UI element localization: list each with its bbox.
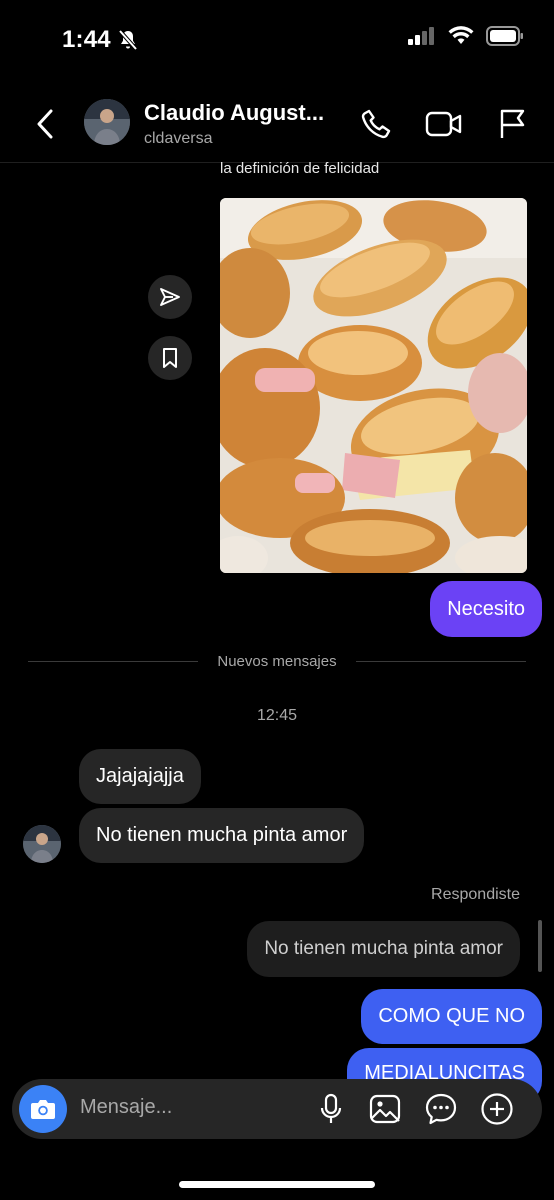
replied-label: Respondiste bbox=[431, 886, 520, 903]
divider-line bbox=[356, 661, 526, 662]
more-options-button[interactable] bbox=[478, 1090, 516, 1128]
shared-post-image[interactable] bbox=[220, 198, 527, 573]
contact-name[interactable]: Claudio August... bbox=[144, 100, 324, 126]
microphone-icon bbox=[320, 1093, 342, 1123]
wifi-icon bbox=[448, 26, 474, 51]
message-bubble[interactable]: No tienen mucha pinta amor bbox=[79, 808, 365, 863]
battery-icon bbox=[486, 26, 524, 51]
plus-circle-icon bbox=[481, 1093, 513, 1125]
message-bubble[interactable]: Jajajajajja bbox=[79, 749, 201, 804]
message-input[interactable]: Mensaje... bbox=[80, 1096, 172, 1119]
bookmark-icon bbox=[163, 348, 177, 368]
avatar[interactable] bbox=[84, 99, 130, 145]
save-button[interactable] bbox=[148, 336, 192, 380]
phone-icon bbox=[361, 109, 391, 139]
message-timestamp: 12:45 bbox=[256, 707, 298, 724]
camera-icon bbox=[31, 1100, 55, 1119]
image-icon bbox=[369, 1094, 401, 1124]
video-call-button[interactable] bbox=[424, 104, 464, 144]
chevron-left-icon bbox=[37, 109, 53, 139]
reply-quote-bubble[interactable]: No tienen mucha pinta amor bbox=[247, 921, 520, 977]
forward-button[interactable] bbox=[148, 275, 192, 319]
voice-message-button[interactable] bbox=[312, 1090, 350, 1128]
home-indicator[interactable] bbox=[179, 1181, 375, 1188]
scrollbar[interactable] bbox=[538, 920, 542, 972]
send-icon bbox=[160, 288, 180, 306]
flag-icon bbox=[500, 109, 525, 138]
sticker-button[interactable] bbox=[422, 1090, 460, 1128]
cellular-signal-icon bbox=[408, 27, 436, 50]
status-time: 1:44 bbox=[62, 26, 111, 53]
report-button[interactable] bbox=[492, 104, 532, 144]
gallery-button[interactable] bbox=[366, 1090, 404, 1128]
message-bubble[interactable]: COMO QUE NO bbox=[361, 989, 542, 1044]
bell-slash-icon bbox=[118, 29, 138, 56]
video-camera-icon bbox=[425, 111, 462, 137]
message-bubble[interactable]: Necesito bbox=[430, 581, 542, 637]
camera-button[interactable] bbox=[19, 1085, 67, 1133]
chat-bubble-icon bbox=[425, 1093, 457, 1125]
shared-post-caption: la definición de felicidad bbox=[220, 160, 380, 177]
sender-avatar[interactable] bbox=[23, 825, 61, 863]
back-button[interactable] bbox=[30, 104, 60, 144]
audio-call-button[interactable] bbox=[356, 104, 396, 144]
contact-username[interactable]: cldaversa bbox=[144, 130, 212, 148]
